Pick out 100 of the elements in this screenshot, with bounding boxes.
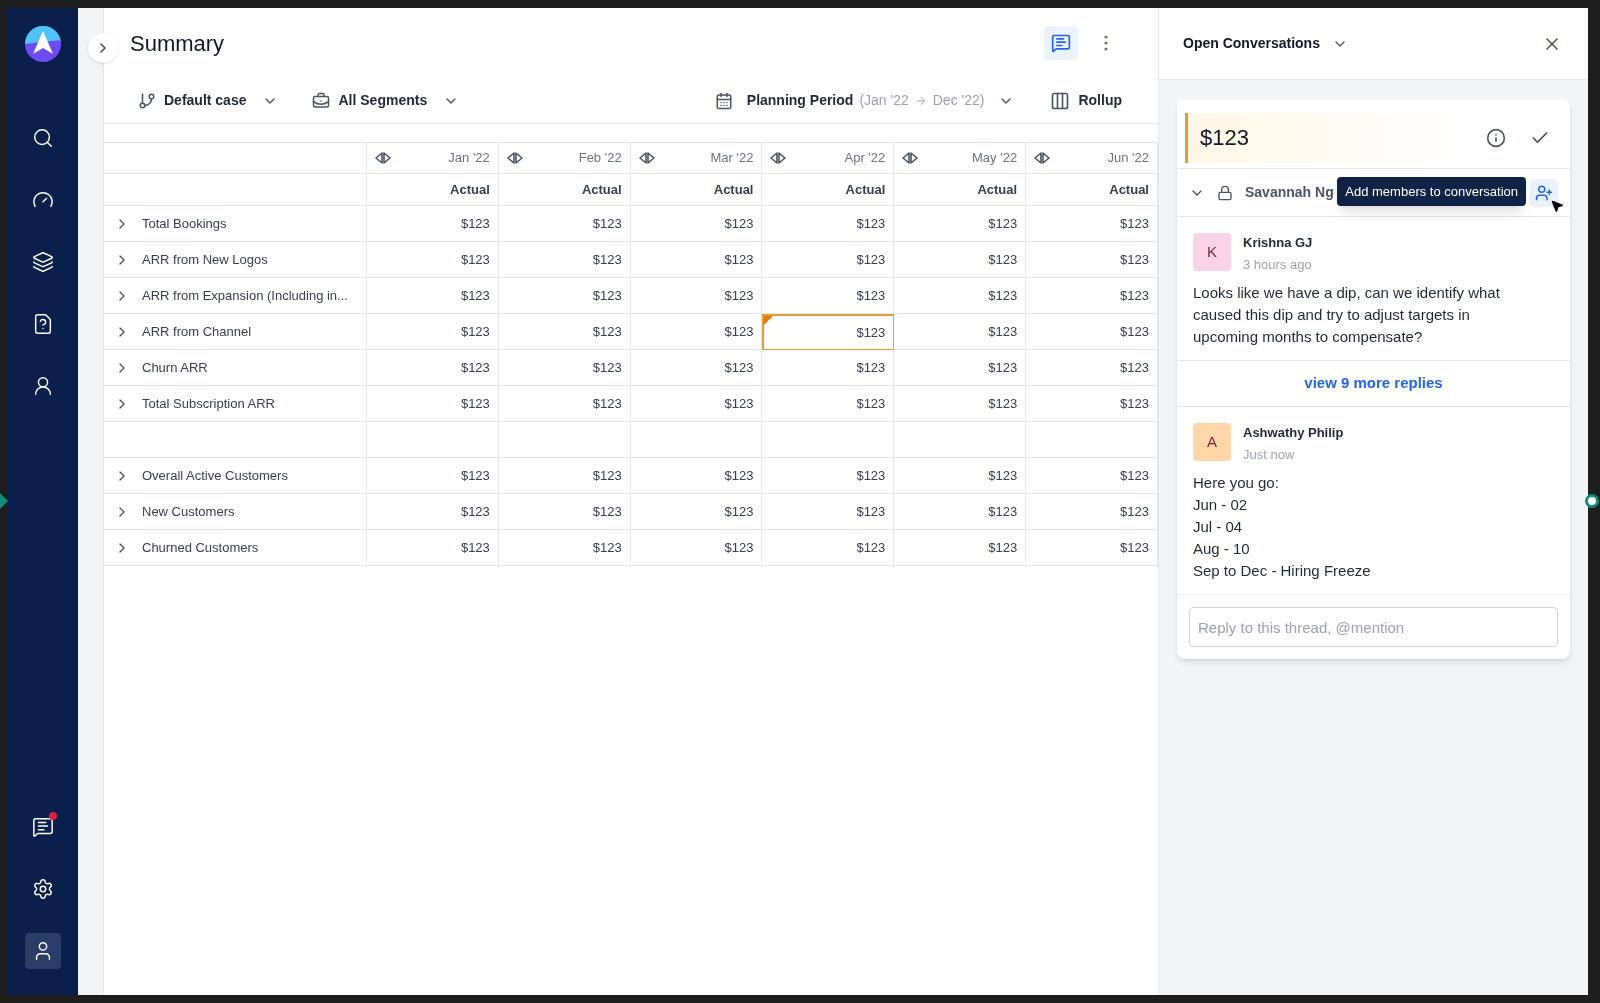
column-subheader: Actual xyxy=(1109,180,1149,199)
table-cell[interactable]: $123 xyxy=(630,386,763,422)
view-more-replies-link[interactable]: view 9 more replies xyxy=(1304,372,1443,395)
table-cell[interactable]: $123 xyxy=(498,494,631,530)
table-cell[interactable]: $123 xyxy=(630,458,763,494)
comment-marker-icon xyxy=(764,316,774,325)
table-cell[interactable]: $123 xyxy=(630,278,763,314)
arrow-right-icon xyxy=(914,94,927,107)
table-cell[interactable]: $123 xyxy=(367,494,499,530)
table-cell[interactable]: $123 xyxy=(498,530,631,566)
row-label: Total Subscription ARR xyxy=(142,394,275,413)
resize-icon xyxy=(902,152,919,164)
table-cell[interactable]: $123 xyxy=(894,242,1027,278)
table-cell[interactable]: $123 xyxy=(1026,386,1158,422)
table-cell[interactable]: $123 xyxy=(894,278,1027,314)
conversations-dropdown[interactable]: Open Conversations xyxy=(1183,33,1348,54)
table-cell[interactable]: $123 xyxy=(762,278,895,314)
comment-text: Jul - 04 xyxy=(1193,517,1244,537)
table-cell[interactable]: $123 xyxy=(762,206,895,242)
table-cell[interactable]: $123 xyxy=(894,386,1027,422)
add-member-button[interactable] xyxy=(1530,178,1558,207)
table-cell[interactable]: $123 xyxy=(762,530,895,566)
page-title: Summary xyxy=(130,29,225,58)
chat-icon xyxy=(32,816,54,838)
table-cell[interactable]: $123 xyxy=(894,206,1027,242)
table-cell[interactable]: $123 xyxy=(630,314,763,350)
table-cell[interactable]: $123 xyxy=(894,494,1027,530)
table-cell[interactable]: $123 xyxy=(367,242,499,278)
reply-field[interactable]: Reply to this thread, @mention xyxy=(1189,607,1558,647)
table-cell[interactable]: $123 xyxy=(630,206,763,242)
column-subheader: Actual xyxy=(713,180,754,199)
column-header: Apr '22 xyxy=(844,149,886,168)
column-header: Feb '22 xyxy=(578,149,622,168)
table-cell[interactable]: $123 xyxy=(498,278,631,314)
column-subheader: Actual xyxy=(581,180,622,199)
row-label: Churned Customers xyxy=(142,538,259,557)
column-subheader: Actual xyxy=(450,180,490,199)
table-cell[interactable]: $123 xyxy=(367,350,499,386)
table-cell[interactable]: $123 xyxy=(367,386,499,422)
table-cell[interactable]: $123 xyxy=(1026,350,1158,386)
search-icon xyxy=(32,127,54,149)
column-header: Jan '22 xyxy=(448,149,490,168)
table-cell[interactable]: $123 xyxy=(498,458,631,494)
table-cell[interactable]: $123 xyxy=(367,458,499,494)
table-cell[interactable]: $123 xyxy=(894,458,1027,494)
table-cell[interactable]: $123 xyxy=(367,530,499,566)
column-header: Mar '22 xyxy=(710,149,754,168)
more-icon xyxy=(1104,35,1108,51)
resize-icon xyxy=(1034,152,1051,164)
table-cell[interactable]: $123 xyxy=(762,314,895,350)
comment-text: Sep to Dec - Hiring Freeze xyxy=(1193,561,1372,581)
table-cell[interactable]: $123 xyxy=(1026,242,1158,278)
table-cell[interactable]: $123 xyxy=(1026,278,1158,314)
table-cell[interactable]: $123 xyxy=(1026,314,1158,350)
table-cell[interactable]: $123 xyxy=(498,350,631,386)
segments-dropdown[interactable]: All Segments xyxy=(312,90,460,111)
table-cell[interactable]: $123 xyxy=(762,458,895,494)
planning-period-dropdown[interactable]: Planning Period (Jan '22 Dec '22) xyxy=(714,90,1015,111)
table-cell[interactable]: $123 xyxy=(762,386,895,422)
help-icon xyxy=(32,313,54,335)
table-cell[interactable]: $123 xyxy=(1026,530,1158,566)
table-cell[interactable]: $123 xyxy=(498,314,631,350)
table-cell[interactable]: $123 xyxy=(630,242,763,278)
scenario-dropdown[interactable]: Default case xyxy=(138,90,279,111)
table-cell[interactable]: $123 xyxy=(762,494,895,530)
table-cell[interactable]: $123 xyxy=(498,386,631,422)
comment-text: Here you go: xyxy=(1193,473,1280,493)
table-cell[interactable]: $123 xyxy=(1026,458,1158,494)
sidebar-item[interactable] xyxy=(25,933,61,969)
table-cell[interactable]: $123 xyxy=(894,314,1027,350)
add-user-icon xyxy=(1535,183,1553,202)
table-cell[interactable]: $123 xyxy=(762,242,895,278)
table-cell[interactable]: $123 xyxy=(1026,206,1158,242)
table-cell[interactable]: $123 xyxy=(498,242,631,278)
table-cell[interactable]: $123 xyxy=(367,206,499,242)
author-name: Ashwathy Philip xyxy=(1243,424,1344,442)
thread-owner: Savannah Ng xyxy=(1245,183,1334,202)
column-header: Jun '22 xyxy=(1107,149,1149,168)
lock-icon xyxy=(1217,184,1233,201)
rollup-button[interactable]: Rollup xyxy=(1050,90,1122,111)
info-icon[interactable] xyxy=(1486,127,1506,148)
resize-icon xyxy=(375,152,391,164)
author-name: Krishna GJ xyxy=(1243,234,1313,252)
cell-value: $123 xyxy=(1200,124,1249,152)
table-cell[interactable]: $123 xyxy=(367,314,499,350)
table-cell[interactable]: $123 xyxy=(1026,494,1158,530)
row-label: Overall Active Customers xyxy=(142,466,288,485)
table-cell[interactable]: $123 xyxy=(498,206,631,242)
table-cell[interactable]: $123 xyxy=(367,278,499,314)
table-cell[interactable]: $123 xyxy=(630,350,763,386)
resize-icon xyxy=(506,152,523,164)
table-cell[interactable]: $123 xyxy=(894,530,1027,566)
column-subheader: Actual xyxy=(845,180,886,199)
table-cell[interactable]: $123 xyxy=(630,530,763,566)
chat-icon xyxy=(1051,33,1071,53)
table-cell[interactable]: $123 xyxy=(894,350,1027,386)
table-cell[interactable]: $123 xyxy=(630,494,763,530)
comments-button[interactable] xyxy=(1044,26,1078,60)
column-header: May '22 xyxy=(972,149,1018,168)
table-cell[interactable]: $123 xyxy=(762,350,895,386)
